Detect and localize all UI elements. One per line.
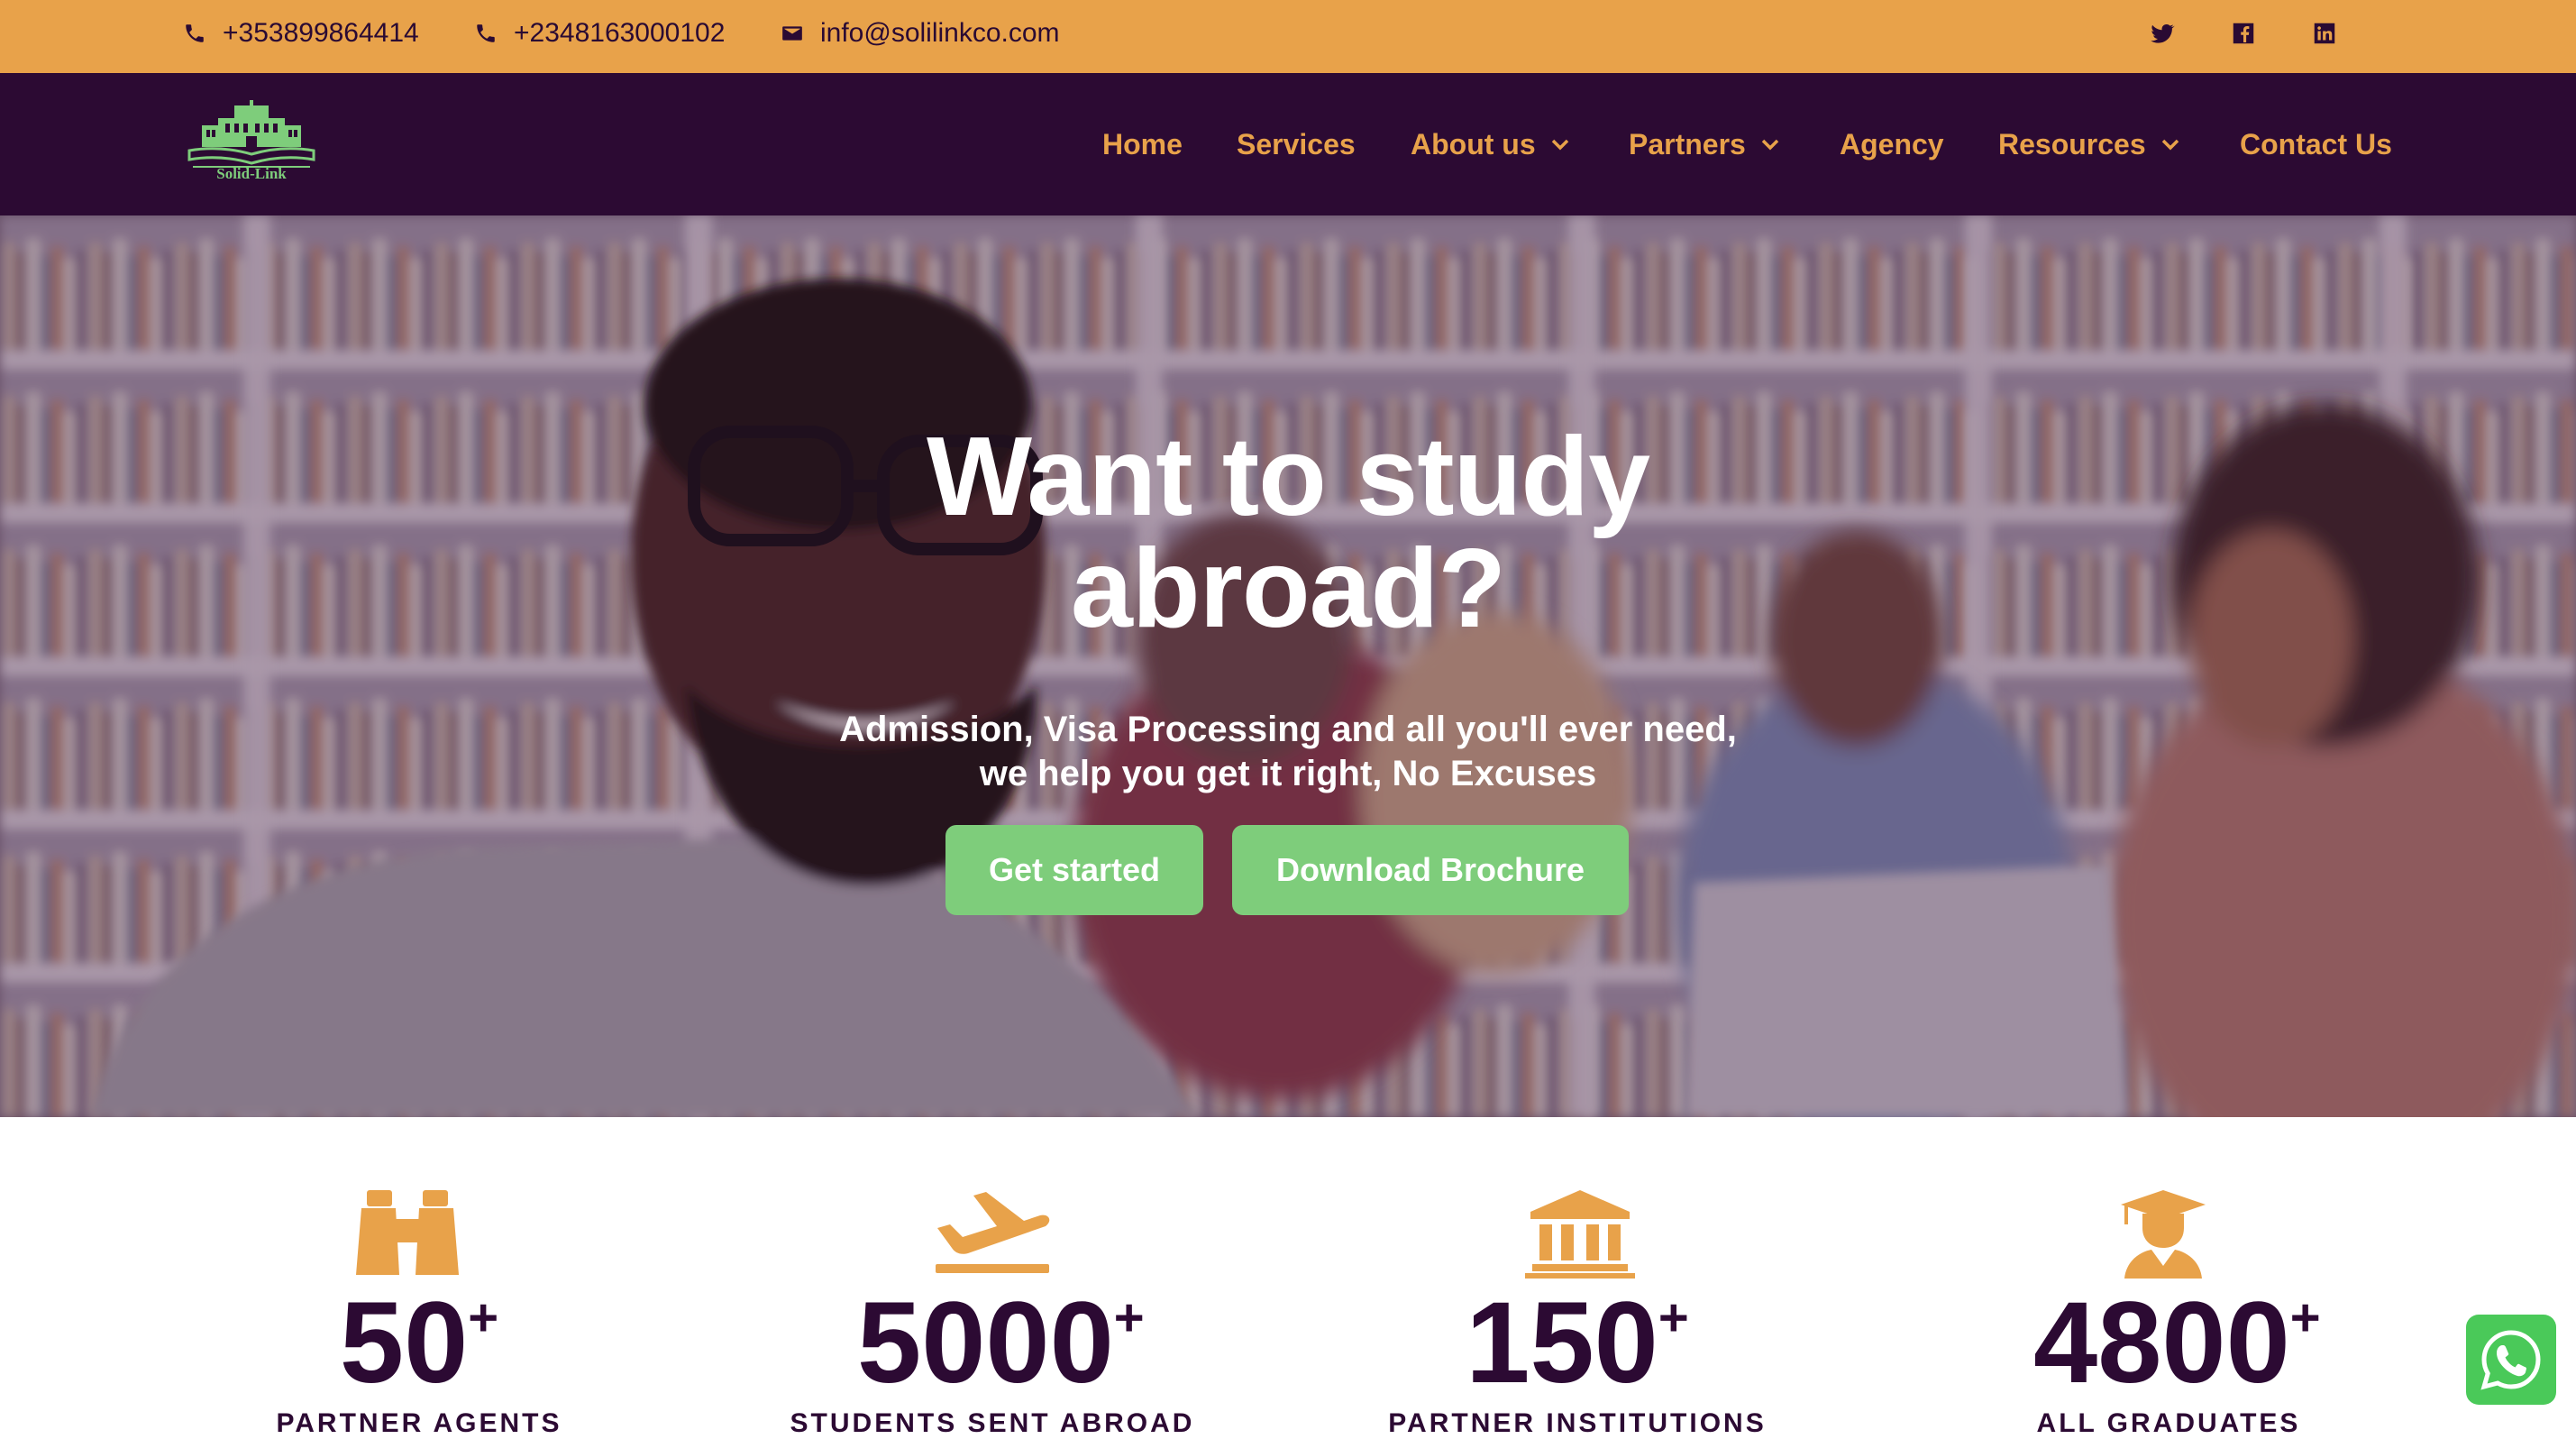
nav-home[interactable]: Home	[1102, 123, 1183, 166]
phone-contact-2[interactable]: +2348163000102	[474, 0, 725, 66]
nav-resources[interactable]: Resources	[1998, 123, 2180, 166]
twitter-link[interactable]	[2149, 20, 2176, 47]
airplane-icon	[936, 1192, 1050, 1273]
get-started-button[interactable]: Get started	[945, 825, 1203, 915]
nav-about-us[interactable]: About us	[1411, 123, 1570, 166]
phone-icon	[477, 23, 495, 42]
download-brochure-button[interactable]: Download Brochure	[1232, 825, 1629, 915]
graduate-icon	[2121, 1190, 2206, 1279]
graduates-suffix: +	[2289, 1288, 2321, 1347]
chevron-down-icon	[1551, 139, 1568, 151]
students-abroad-number: 5000	[857, 1279, 1114, 1407]
nav-agency[interactable]: Agency	[1840, 123, 1944, 166]
hero-title-line-1: Want to study	[926, 415, 1650, 539]
students-abroad-label: STUDENTS SENT ABROAD	[790, 1408, 1195, 1438]
chevron-down-icon	[1761, 139, 1779, 151]
partner-agents-value: 50+	[329, 1280, 509, 1407]
twitter-icon	[2151, 23, 2175, 43]
chevron-down-icon	[2161, 139, 2179, 151]
binoculars-icon	[356, 1190, 459, 1275]
graduates-label: ALL GRADUATES	[2036, 1408, 2301, 1438]
logo-text: Solid-Link	[216, 165, 287, 182]
nav-services-label: Services	[1237, 127, 1356, 160]
partner-institutions-value: 150+	[1442, 1280, 1713, 1407]
top-contact-bar: +353899864414 +2348163000102 info@solili…	[0, 0, 2576, 73]
whatsapp-chat-button[interactable]	[2466, 1315, 2556, 1405]
hero-background-image	[0, 215, 2576, 1117]
partner-agents-stat-icon	[349, 1188, 466, 1279]
partner-agents-label: PARTNER AGENTS	[276, 1408, 562, 1438]
partner-institutions-number: 150	[1466, 1279, 1658, 1407]
linkedin-link[interactable]	[2311, 20, 2338, 47]
partner-agents-suffix: +	[468, 1288, 499, 1347]
nav-partners-label: Partners	[1629, 127, 1746, 160]
nav-contact-us[interactable]: Contact Us	[2240, 123, 2392, 166]
hero-title: Want to study abroad?	[747, 421, 1829, 645]
hero-section: Want to study abroad? Admission, Visa Pr…	[0, 215, 2576, 1117]
graduates-number: 4800	[2033, 1279, 2290, 1407]
nav-resources-label: Resources	[1998, 127, 2146, 160]
nav-home-label: Home	[1102, 127, 1183, 160]
graduates-value: 4800+	[2033, 1279, 2321, 1407]
whatsapp-icon	[2480, 1330, 2541, 1390]
hero-title-line-2: abroad?	[1070, 527, 1506, 651]
nav-about-us-label: About us	[1411, 127, 1536, 160]
email-contact[interactable]: info@solilinkco.com	[781, 0, 1060, 66]
linkedin-icon	[2314, 23, 2335, 44]
nav-partners[interactable]: Partners	[1629, 123, 1780, 166]
phone-contact-1[interactable]: +353899864414	[183, 0, 419, 66]
students-abroad-value: 5000+	[857, 1279, 1145, 1407]
hero-subtitle: Admission, Visa Processing and all you'l…	[657, 708, 1919, 796]
nav-services[interactable]: Services	[1237, 123, 1356, 166]
institution-icon	[1525, 1190, 1635, 1279]
phone-number-1: +353899864414	[223, 17, 419, 48]
hero-subtitle-line-1: Admission, Visa Processing and all you'l…	[839, 710, 1737, 749]
email-address: info@solilinkco.com	[820, 17, 1060, 48]
students-abroad-suffix: +	[1113, 1288, 1145, 1347]
students-abroad-stat-icon	[934, 1188, 1051, 1279]
partner-institutions-suffix: +	[1658, 1288, 1689, 1347]
main-navbar: Solid-Link Home Services About us Partne…	[0, 73, 2576, 215]
graduates-stat-icon	[2105, 1188, 2222, 1279]
mail-icon	[782, 25, 802, 41]
phone-icon	[186, 23, 204, 42]
brand-logo[interactable]: Solid-Link	[184, 100, 319, 183]
phone-number-2: +2348163000102	[514, 17, 726, 48]
hero-subtitle-line-2: we help you get it right, No Excuses	[979, 754, 1597, 793]
nav-agency-label: Agency	[1840, 127, 1944, 160]
partner-institutions-label: PARTNER INSTITUTIONS	[1388, 1408, 1767, 1438]
nav-contact-us-label: Contact Us	[2240, 127, 2392, 160]
facebook-icon	[2233, 23, 2254, 44]
facebook-link[interactable]	[2230, 20, 2257, 47]
partner-institutions-stat-icon	[1521, 1188, 1639, 1279]
partner-agents-number: 50	[339, 1279, 469, 1407]
